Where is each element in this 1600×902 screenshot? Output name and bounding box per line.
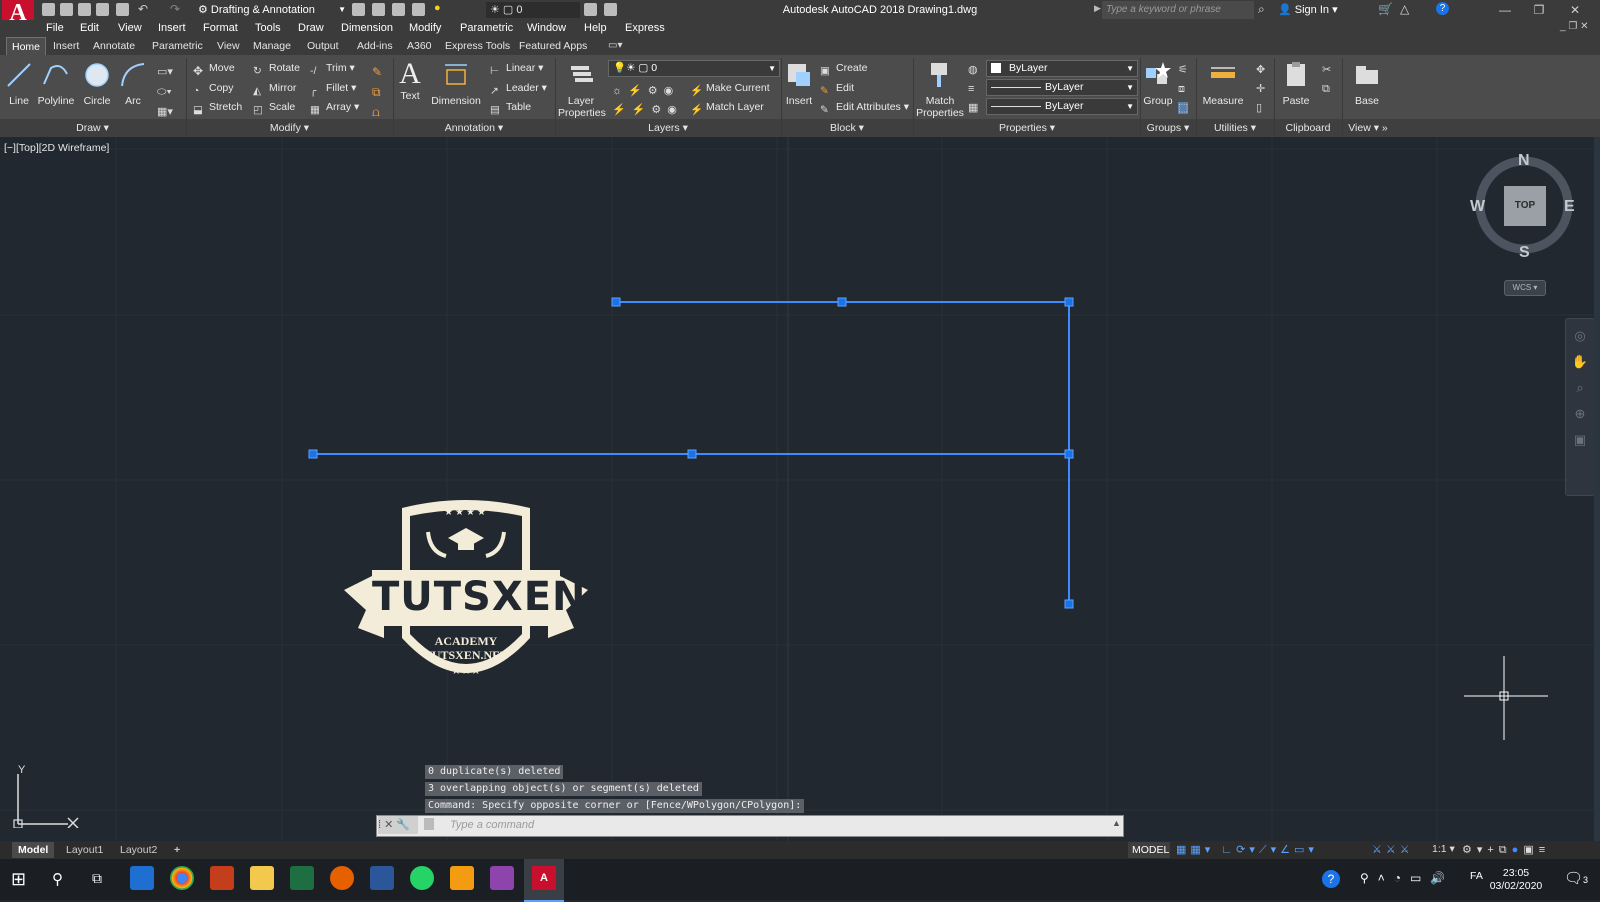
command-history-line: 3 overlapping object(s) or segment(s) de…	[425, 782, 702, 796]
command-history-line: Command: Specify opposite corner or [Fen…	[425, 799, 805, 813]
chrome-icon[interactable]	[170, 866, 194, 890]
clock-time: 23:05	[1502, 867, 1530, 879]
file-explorer-icon[interactable]	[250, 866, 274, 890]
autocad-icon: A	[532, 866, 556, 890]
whatsapp-icon[interactable]	[410, 866, 434, 890]
compass-west[interactable]: W	[1470, 198, 1485, 216]
command-history-toggle[interactable]: ▲	[1112, 818, 1121, 828]
grip-point[interactable]	[308, 449, 318, 459]
model-label: MODEL	[1132, 844, 1170, 856]
help-tray-icon[interactable]: ?	[1322, 870, 1340, 888]
annotation-scale-icons[interactable]: ⚔⚔⚔	[1372, 843, 1414, 856]
logo-stars-bottom: ★★★	[451, 665, 481, 677]
status-toggles[interactable]: ▦▦▾ ∟⟳▾⟋▾∠▭▾	[1176, 843, 1318, 857]
logo-stars-top: ★★★★	[444, 507, 488, 518]
windows-start-icon[interactable]: ⊞	[11, 870, 26, 888]
notification-center-icon[interactable]: 🗨3	[1564, 869, 1588, 887]
viewcube-top-face[interactable]: TOP	[1504, 186, 1546, 226]
status-bar	[0, 841, 1600, 859]
vertical-scrollbar[interactable]	[1594, 137, 1600, 841]
excel-icon[interactable]	[290, 866, 314, 890]
grip-point[interactable]	[1064, 449, 1074, 459]
navigation-bar[interactable]: ◎ ✋ ⌕ ⊕ ▣	[1565, 318, 1595, 496]
command-line-controls[interactable]: ⁞ ✕ 🔧	[378, 816, 418, 834]
wcs-dropdown[interactable]: WCS ▾	[1504, 280, 1546, 296]
layout-tab-model[interactable]: Model	[12, 842, 55, 858]
compass-north[interactable]: N	[1518, 152, 1530, 170]
task-view-icon[interactable]: ⧉	[92, 870, 102, 887]
crosshair-cursor	[1464, 656, 1548, 740]
system-tray-icons[interactable]: ⚲˄◔▭🔊	[1360, 871, 1454, 885]
firefox-icon[interactable]	[330, 866, 354, 890]
edge-icon[interactable]	[130, 866, 154, 890]
search-icon[interactable]: ⚲	[52, 870, 63, 888]
selected-geometry[interactable]	[0, 0, 1600, 900]
notification-count: 3	[1583, 875, 1589, 885]
compass-south[interactable]: S	[1519, 244, 1530, 262]
logo-line1: ACADEMY	[434, 634, 498, 648]
status-right-icons[interactable]: ⚙▾+⧉●▣≡	[1462, 843, 1550, 857]
autocad-taskbar-button[interactable]: A	[524, 859, 564, 902]
viewcube[interactable]: TOP N S E W	[1470, 152, 1576, 261]
grip-point[interactable]	[611, 297, 621, 307]
grip-point[interactable]	[837, 297, 847, 307]
command-history-line: 0 duplicate(s) deleted	[425, 765, 564, 779]
tutsxen-logo: ★★★★ TUTSXEN ACADEMY TUTSXEN.NET ★★★	[344, 498, 588, 702]
language-indicator[interactable]: FA	[1470, 870, 1483, 883]
model-space-toggle[interactable]: MODEL	[1128, 842, 1170, 858]
annotation-scale[interactable]: 1:1 ▾	[1432, 843, 1455, 855]
logo-brand: TUTSXEN	[372, 574, 587, 620]
grip-point[interactable]	[1064, 599, 1074, 609]
nav-tools[interactable]: ◎ ✋ ⌕ ⊕ ▣	[1566, 319, 1594, 453]
powerpoint-icon[interactable]	[210, 866, 234, 890]
clock-date: 03/02/2020	[1489, 880, 1543, 892]
word-icon[interactable]	[370, 866, 394, 890]
grip-point[interactable]	[1064, 297, 1074, 307]
command-prompt-icon	[424, 818, 434, 830]
media-player-icon[interactable]	[450, 866, 474, 890]
command-input[interactable]: Type a command	[450, 816, 534, 834]
grip-point[interactable]	[687, 449, 697, 459]
add-layout-button[interactable]: +	[168, 842, 186, 858]
ucs-y-label: Y	[18, 764, 26, 776]
layout-tab-layout2[interactable]: Layout2	[114, 842, 163, 858]
compass-east[interactable]: E	[1564, 198, 1575, 216]
layout-tab-layout1[interactable]: Layout1	[60, 842, 109, 858]
logo-line2: TUTSXEN.NET	[423, 648, 509, 662]
clock[interactable]: 23:05 03/02/2020	[1486, 867, 1546, 893]
winrar-icon[interactable]	[490, 866, 514, 890]
